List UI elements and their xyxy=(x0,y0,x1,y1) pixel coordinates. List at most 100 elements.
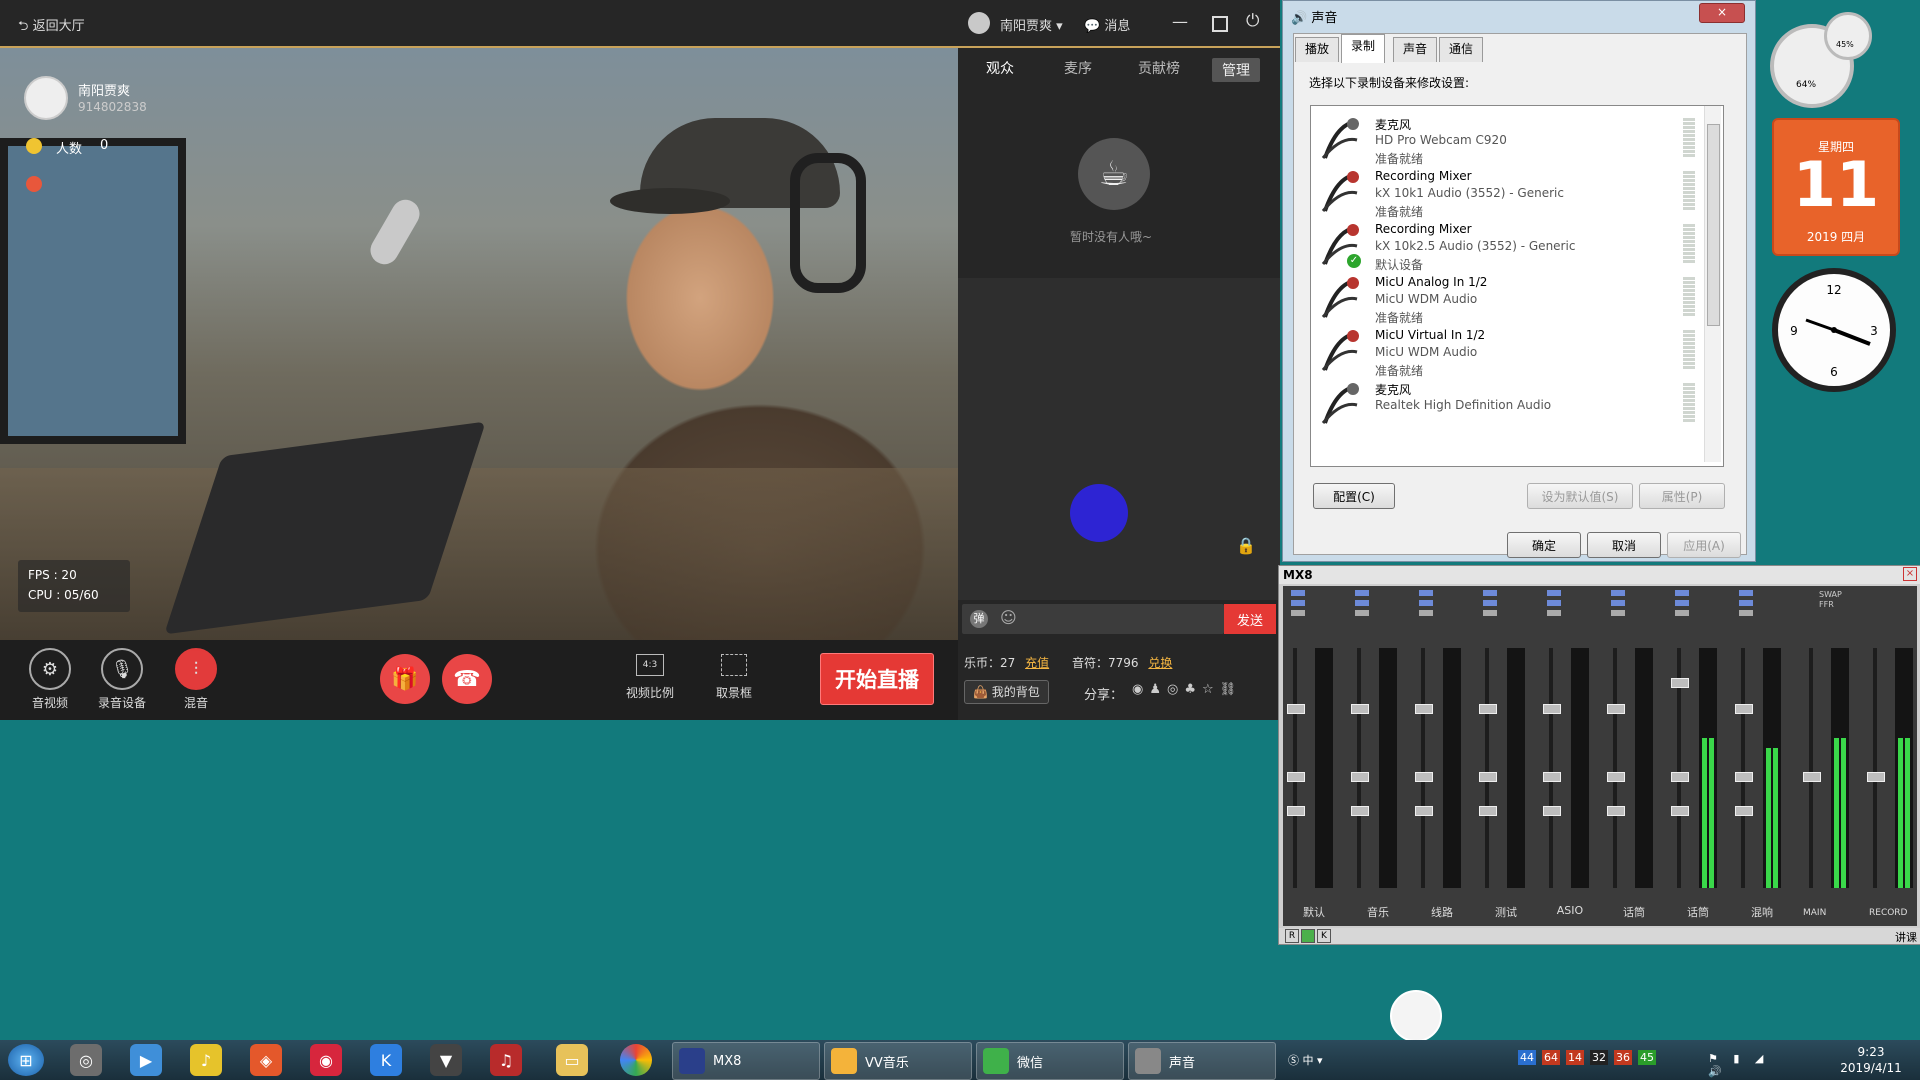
video-ratio-button[interactable]: 4:3 视频比例 xyxy=(622,654,678,701)
fader-track[interactable] xyxy=(1421,648,1425,888)
tab-playback[interactable]: 播放 xyxy=(1295,37,1340,62)
fader-track[interactable] xyxy=(1293,648,1297,888)
tab-contribution[interactable]: 贡献榜 xyxy=(1138,58,1180,78)
call-button[interactable]: ☎ xyxy=(442,654,492,704)
fader-knob-2[interactable] xyxy=(1287,772,1305,782)
chat-input[interactable]: 弹 ☺ xyxy=(962,604,1224,634)
r-button[interactable] xyxy=(1355,590,1369,596)
r-button[interactable] xyxy=(1675,590,1689,596)
send-button[interactable]: 发送 xyxy=(1224,604,1276,634)
fader-knob-3[interactable] xyxy=(1479,806,1497,816)
s-button[interactable] xyxy=(1483,610,1497,616)
m-button[interactable] xyxy=(1547,600,1561,606)
tray-number-icon[interactable]: 32 xyxy=(1590,1050,1608,1065)
s-button[interactable] xyxy=(1291,610,1305,616)
fader-track[interactable] xyxy=(1873,648,1877,888)
r-button[interactable] xyxy=(1611,590,1625,596)
taskbar-pin-browser[interactable] xyxy=(620,1044,652,1076)
configure-button[interactable]: 配置(C) xyxy=(1313,483,1395,509)
fader-knob-2[interactable] xyxy=(1671,772,1689,782)
fader-knob[interactable] xyxy=(1735,704,1753,714)
gift-button[interactable]: 🎁 xyxy=(380,654,430,704)
taskbar-pin-music[interactable]: ♪ xyxy=(190,1044,222,1076)
s-button[interactable] xyxy=(1739,610,1753,616)
fader-knob-2[interactable] xyxy=(1415,772,1433,782)
backpack-button[interactable]: 👜 我的背包 xyxy=(964,680,1049,704)
footer-r-button[interactable]: R xyxy=(1285,929,1299,943)
maximize-button[interactable] xyxy=(1212,16,1228,32)
share-icons[interactable]: ◉♟◎♣☆⛓ xyxy=(1132,682,1242,697)
taskbar-pin-netease[interactable]: ◉ xyxy=(310,1044,342,1076)
tray-status-icons[interactable]: ⚑ ▮ ◢ 🔊 xyxy=(1708,1052,1788,1078)
taskbar-pin-live[interactable]: ◈ xyxy=(250,1044,282,1076)
exchange-link[interactable]: 兑换 xyxy=(1148,656,1172,670)
tab-audience[interactable]: 观众 xyxy=(986,58,1014,78)
fader-knob-2[interactable] xyxy=(1479,772,1497,782)
fader-track[interactable] xyxy=(1613,648,1617,888)
taskbar-clock[interactable]: 9:23 2019/4/11 xyxy=(1828,1044,1914,1076)
user-menu[interactable]: 南阳贾爽 ▾ xyxy=(1000,15,1063,34)
device-list-scrollbar[interactable] xyxy=(1704,106,1721,462)
fader-knob-3[interactable] xyxy=(1287,806,1305,816)
power-button[interactable]: ⏻ xyxy=(1246,11,1259,31)
taskbar-pin-fox[interactable]: ▼ xyxy=(430,1044,462,1076)
tray-number-icon[interactable]: 64 xyxy=(1542,1050,1560,1065)
s-button[interactable] xyxy=(1611,610,1625,616)
taskbar-pin-player[interactable]: ▶ xyxy=(130,1044,162,1076)
m-button[interactable] xyxy=(1611,600,1625,606)
fader-knob-2[interactable] xyxy=(1735,772,1753,782)
scrollbar-thumb[interactable] xyxy=(1707,124,1720,326)
s-button[interactable] xyxy=(1355,610,1369,616)
r-button[interactable] xyxy=(1483,590,1497,596)
swap-label[interactable]: SWAP xyxy=(1819,590,1842,599)
tray-number-icon[interactable]: 36 xyxy=(1614,1050,1632,1065)
tray-number-icon[interactable]: 14 xyxy=(1566,1050,1584,1065)
r-button[interactable] xyxy=(1291,590,1305,596)
r-button[interactable] xyxy=(1547,590,1561,596)
ffr-label[interactable]: FFR xyxy=(1819,600,1834,609)
frame-button[interactable]: 取景框 xyxy=(706,654,762,701)
anchor-avatar[interactable] xyxy=(24,76,68,120)
m-button[interactable] xyxy=(1739,600,1753,606)
fader-knob[interactable] xyxy=(1803,772,1821,782)
fader-knob-2[interactable] xyxy=(1607,772,1625,782)
fader-knob-3[interactable] xyxy=(1671,806,1689,816)
m-button[interactable] xyxy=(1483,600,1497,606)
danmu-toggle[interactable]: 弹 xyxy=(970,610,988,628)
fader-knob[interactable] xyxy=(1415,704,1433,714)
taskbar-pin-guitar[interactable]: ♫ xyxy=(490,1044,522,1076)
ok-button[interactable]: 确定 xyxy=(1507,532,1581,558)
r-button[interactable] xyxy=(1419,590,1433,596)
fader-knob[interactable] xyxy=(1671,678,1689,688)
fader-track[interactable] xyxy=(1741,648,1745,888)
message-button[interactable]: 💬 消息 xyxy=(1084,15,1130,34)
fader-knob-3[interactable] xyxy=(1735,806,1753,816)
r-button[interactable] xyxy=(1739,590,1753,596)
s-button[interactable] xyxy=(1547,610,1561,616)
dialog-close-button[interactable]: × xyxy=(1699,3,1745,23)
fader-knob[interactable] xyxy=(1543,704,1561,714)
tray-number-icon[interactable]: 44 xyxy=(1518,1050,1536,1065)
s-button[interactable] xyxy=(1675,610,1689,616)
taskbar-pin-explorer[interactable]: ▭ xyxy=(556,1044,588,1076)
fader-knob-2[interactable] xyxy=(1351,772,1369,782)
m-button[interactable] xyxy=(1291,600,1305,606)
fader-knob-3[interactable] xyxy=(1351,806,1369,816)
tab-manage[interactable]: 管理 xyxy=(1212,58,1260,82)
tab-sounds[interactable]: 声音 xyxy=(1393,37,1438,62)
device-row[interactable]: 麦克风 Realtek High Definition Audio xyxy=(1311,373,1703,437)
tab-mic-queue[interactable]: 麦序 xyxy=(1064,58,1092,78)
fader-knob-3[interactable] xyxy=(1543,806,1561,816)
fader-track[interactable] xyxy=(1549,648,1553,888)
record-device-button[interactable]: 🎙 录音设备 xyxy=(96,648,148,711)
fader-knob-2[interactable] xyxy=(1543,772,1561,782)
lock-icon[interactable]: 🔒 xyxy=(1236,536,1256,555)
start-live-button[interactable]: 开始直播 xyxy=(820,653,934,705)
fader-knob[interactable] xyxy=(1287,704,1305,714)
mix-button[interactable]: ⫶ 混音 xyxy=(170,648,222,711)
m-button[interactable] xyxy=(1675,600,1689,606)
recharge-link[interactable]: 充值 xyxy=(1025,656,1049,670)
properties-button[interactable]: 属性(P) xyxy=(1639,483,1725,509)
footer-k-button[interactable]: K xyxy=(1317,929,1331,943)
fader-track[interactable] xyxy=(1485,648,1489,888)
